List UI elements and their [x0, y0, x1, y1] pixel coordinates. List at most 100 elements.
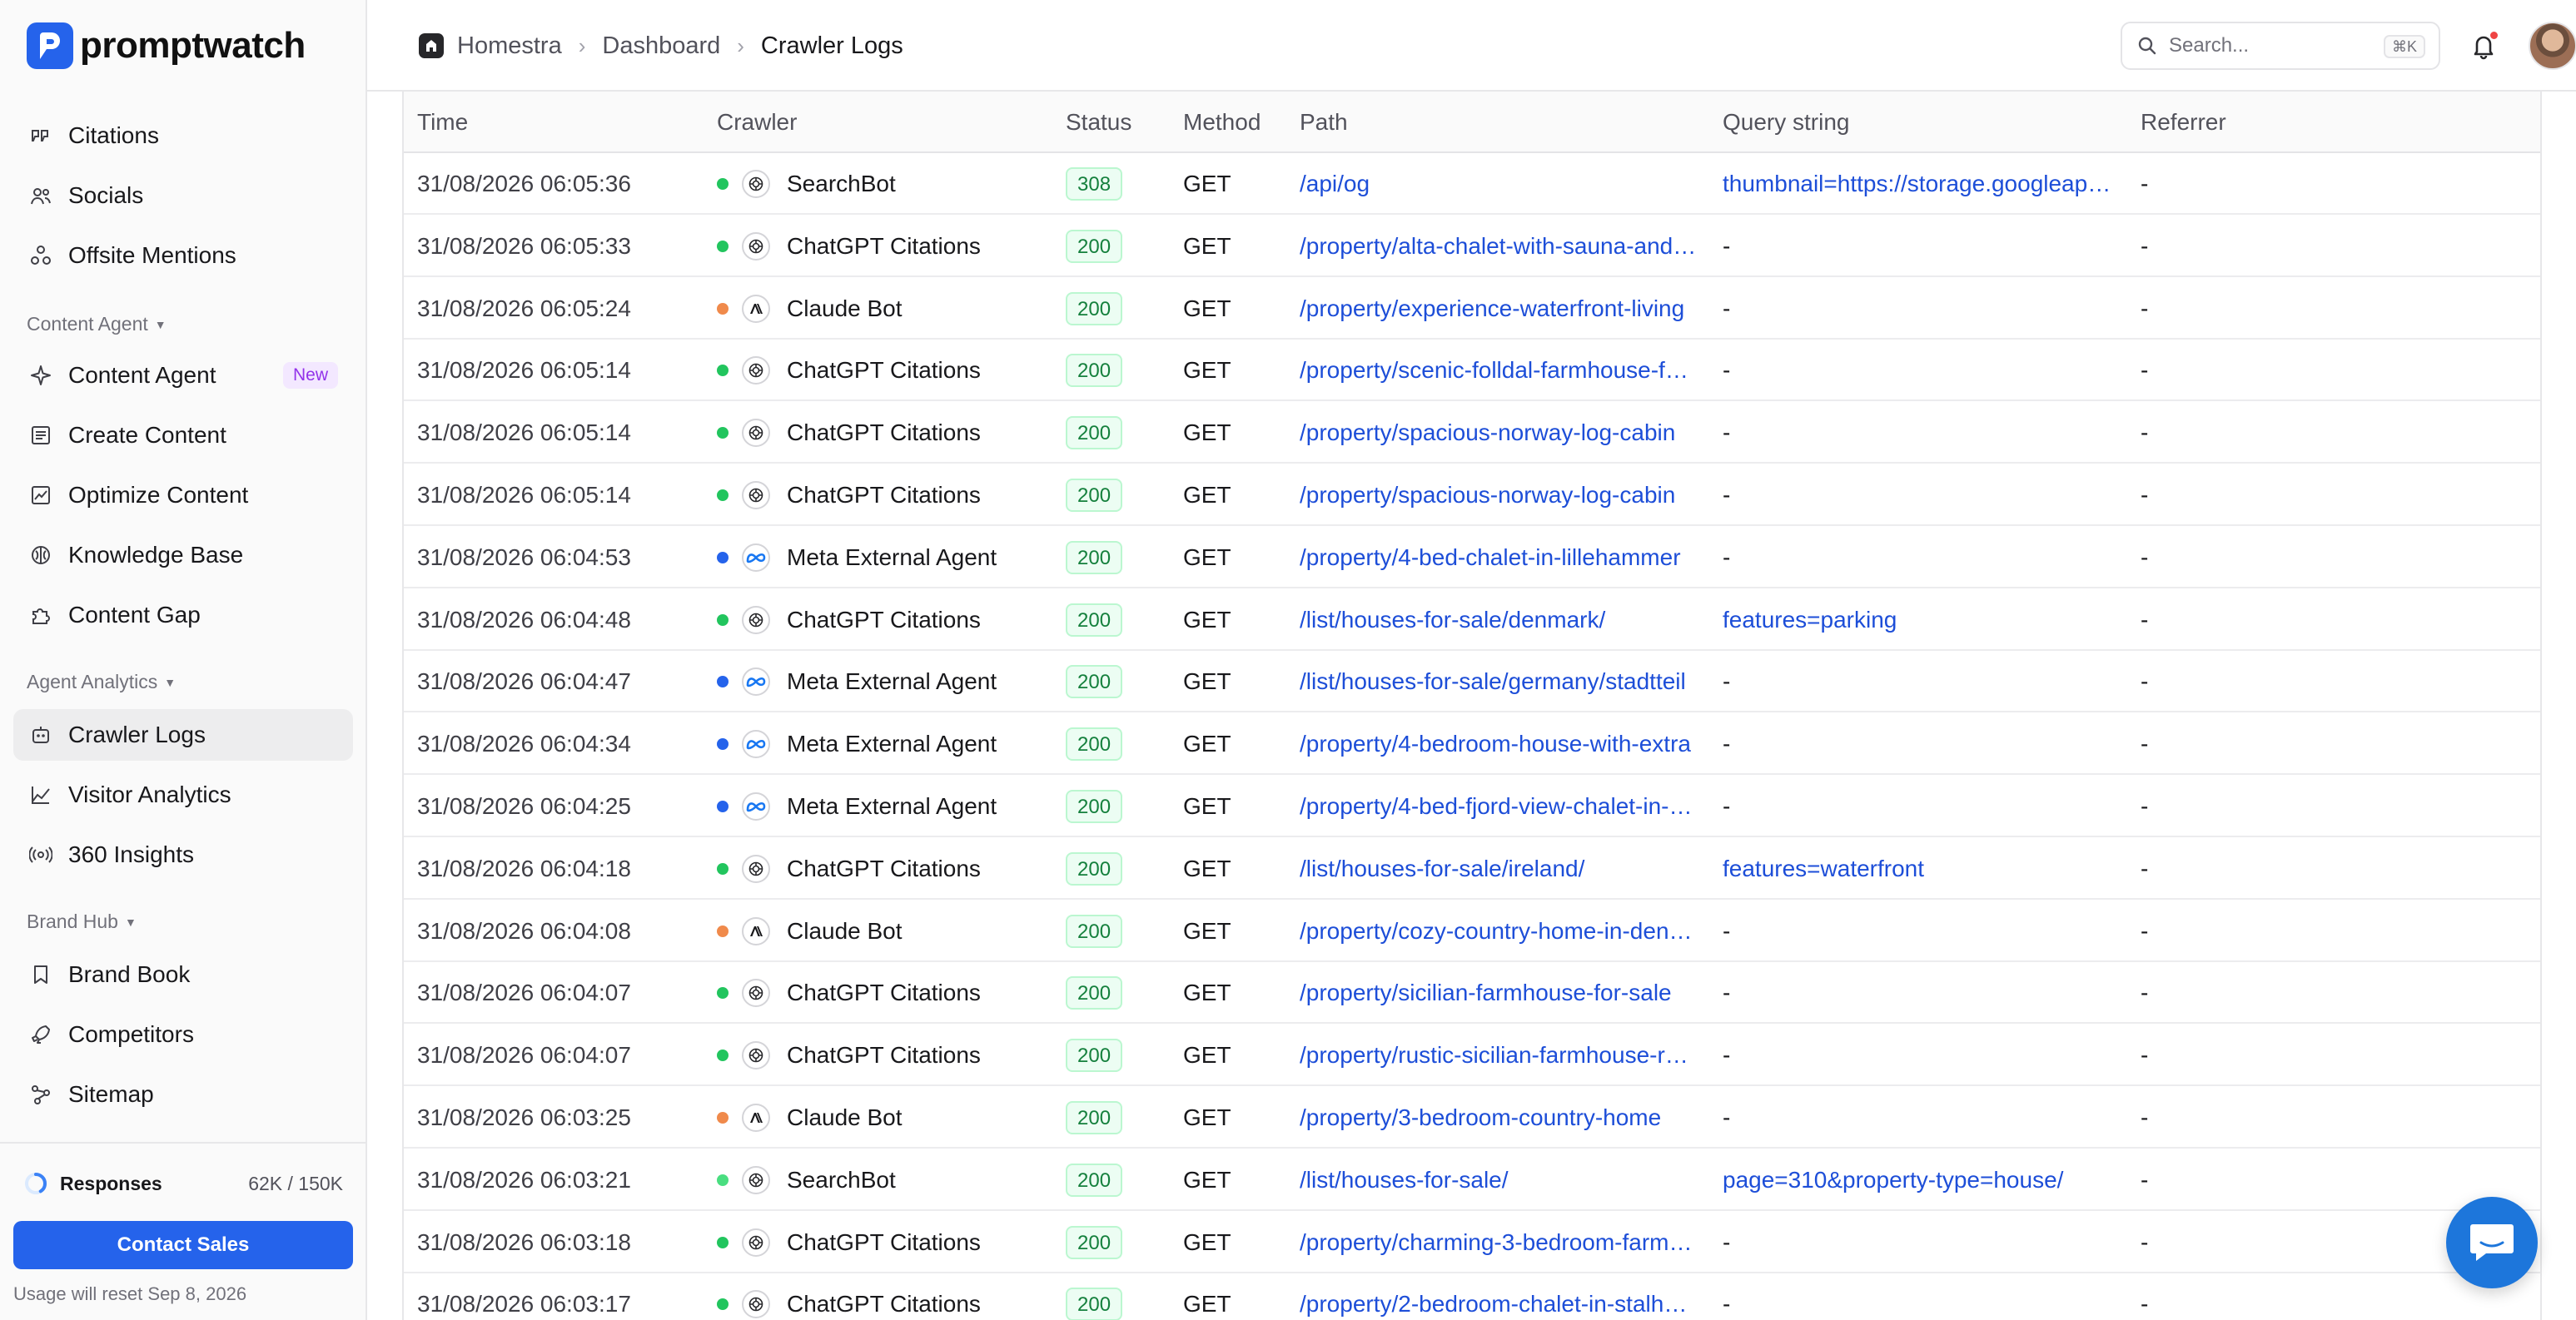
sidebar-footer-divider [0, 1142, 366, 1144]
table-row[interactable]: 31/08/2026 06:05:24 Claude Bot 200 GET/prop… [404, 278, 2540, 340]
cell-path-link[interactable]: /property/scenic-folldal-farmhouse-for-s… [1300, 340, 1699, 401]
section-brand-hub[interactable]: Brand Hub ▼ [27, 911, 137, 933]
column-referrer[interactable]: Referrer [2141, 92, 2226, 153]
column-time[interactable]: Time [417, 92, 468, 153]
cell-path-link[interactable]: /list/houses-for-sale/ [1300, 1149, 1699, 1211]
cell-query-string: - [1723, 731, 1731, 757]
cell-query-string[interactable]: features=waterfront [1723, 838, 2114, 900]
column-method[interactable]: Method [1183, 92, 1261, 153]
breadcrumb-workspace[interactable]: Homestra [457, 32, 562, 60]
cell-method: GET [1183, 482, 1231, 508]
crawler-name: SearchBot [787, 1166, 896, 1193]
cell-path-link[interactable]: /property/4-bed-fjord-view-chalet-in-nor… [1300, 776, 1699, 837]
table-row[interactable]: 31/08/2026 06:03:21 SearchBot 200 GET/list/… [404, 1149, 2540, 1211]
section-content-agent[interactable]: Content Agent ▼ [27, 313, 167, 335]
table-row[interactable]: 31/08/2026 06:04:07 ChatGPT Citations 200 G… [404, 962, 2540, 1025]
cell-crawler: Claude Bot [717, 278, 1050, 340]
sidebar-item-360-insights[interactable]: 360 Insights [13, 829, 353, 881]
table-row[interactable]: 31/08/2026 06:05:36 SearchBot 308 GET/api/o… [404, 153, 2540, 215]
cell-path-link[interactable]: /api/og [1300, 153, 1699, 215]
table-row[interactable]: 31/08/2026 06:03:25 Claude Bot 200 GET/prop… [404, 1087, 2540, 1149]
sidebar-item-sitemap[interactable]: Sitemap [13, 1069, 353, 1120]
anthropic-bot-icon [742, 916, 770, 945]
sidebar-item-optimize-content[interactable]: Optimize Content [13, 469, 353, 521]
cell-path-link[interactable]: /property/spacious-norway-log-cabin [1300, 402, 1699, 464]
cell-path-link[interactable]: /property/4-bed-chalet-in-lillehammer [1300, 527, 1699, 588]
user-avatar[interactable] [2529, 22, 2576, 70]
breadcrumb-dashboard[interactable]: Dashboard [602, 32, 720, 60]
sidebar-item-citations[interactable]: Citations [13, 110, 353, 161]
table-row[interactable]: 31/08/2026 06:03:18 ChatGPT Citations 200 G… [404, 1212, 2540, 1273]
cell-path-link[interactable]: /property/2-bedroom-chalet-in-stalheim [1300, 1273, 1699, 1320]
cell-path-link[interactable]: /property/experience-waterfront-living [1300, 278, 1699, 340]
sidebar-item-socials[interactable]: Socials [13, 170, 353, 221]
caret-down-icon: ▼ [164, 675, 177, 689]
notifications-button[interactable] [2469, 30, 2499, 60]
sidebar-item-content-agent[interactable]: Content Agent New [13, 350, 353, 401]
table-row[interactable]: 31/08/2026 06:04:53 Meta External Agent 20… [404, 527, 2540, 588]
search-box[interactable]: ⌘K [2121, 22, 2440, 70]
cell-method: GET [1183, 668, 1231, 695]
table-row[interactable]: 31/08/2026 06:05:14 ChatGPT Citations 200 G… [404, 464, 2540, 526]
sidebar-item-label: Optimize Content [68, 482, 249, 508]
sidebar-item-crawler-logs[interactable]: Crawler Logs [13, 709, 353, 761]
chat-support-button[interactable] [2446, 1197, 2538, 1288]
status-badge: 200 [1066, 914, 1123, 948]
search-input[interactable] [2169, 34, 2369, 57]
cell-path-link[interactable]: /property/alta-chalet-with-sauna-and-vie… [1300, 216, 1699, 277]
contact-sales-button[interactable]: Contact Sales [13, 1221, 353, 1269]
cell-crawler: Meta External Agent [717, 651, 1050, 712]
column-status[interactable]: Status [1066, 92, 1131, 153]
cell-path-link[interactable]: /property/cozy-country-home-in-denmark [1300, 901, 1699, 962]
table-row[interactable]: 31/08/2026 06:04:08 Claude Bot 200 GET/prop… [404, 901, 2540, 962]
status-badge: 200 [1066, 1288, 1123, 1320]
cell-status: 200 [1066, 776, 1157, 837]
column-query-string[interactable]: Query string [1723, 92, 1850, 153]
table-row[interactable]: 31/08/2026 06:04:34 Meta External Agent 20… [404, 713, 2540, 776]
table-row[interactable]: 31/08/2026 06:04:25 Meta External Agent 20… [404, 776, 2540, 837]
cell-path-link[interactable]: /list/houses-for-sale/ireland/ [1300, 838, 1699, 900]
app-logo[interactable]: promptwatch [27, 22, 306, 70]
table-row[interactable]: 31/08/2026 06:05:14 ChatGPT Citations 200 G… [404, 340, 2540, 402]
cell-path-link[interactable]: /property/sicilian-farmhouse-for-sale [1300, 962, 1699, 1024]
section-agent-analytics[interactable]: Agent Analytics ▼ [27, 671, 176, 693]
cell-method: GET [1183, 731, 1231, 757]
sidebar-item-content-gap[interactable]: Content Gap [13, 589, 353, 641]
sidebar-item-knowledge-base[interactable]: Knowledge Base [13, 529, 353, 581]
sidebar-item-offsite-mentions[interactable]: Offsite Mentions [13, 230, 353, 281]
cell-status: 200 [1066, 278, 1157, 340]
cell-status: 200 [1066, 527, 1157, 588]
cell-status: 200 [1066, 838, 1157, 900]
cell-path-link[interactable]: /list/houses-for-sale/denmark/ [1300, 589, 1699, 651]
cell-path-link[interactable]: /property/4-bedroom-house-with-extra [1300, 713, 1699, 775]
sidebar-item-competitors[interactable]: Competitors [13, 1009, 353, 1060]
cell-path-link[interactable]: /property/3-bedroom-country-home [1300, 1087, 1699, 1149]
sidebar-item-visitor-analytics[interactable]: Visitor Analytics [13, 769, 353, 821]
column-crawler[interactable]: Crawler [717, 92, 797, 153]
crawler-logs-table: Time Crawler Status Method Path Query st… [402, 92, 2542, 1320]
cell-query-string[interactable]: page=310&property-type=house/ [1723, 1149, 2114, 1211]
cell-path-link[interactable]: /property/spacious-norway-log-cabin [1300, 464, 1699, 526]
table-row[interactable]: 31/08/2026 06:03:17 ChatGPT Citations 200 G… [404, 1273, 2540, 1320]
table-row[interactable]: 31/08/2026 06:04:48 ChatGPT Citations 200 G… [404, 589, 2540, 651]
status-badge: 200 [1066, 354, 1123, 388]
cell-path-link[interactable]: /property/rustic-sicilian-farmhouse-retr… [1300, 1025, 1699, 1086]
cell-query-string[interactable]: thumbnail=https://storage.googleapis.com… [1723, 153, 2114, 215]
table-row[interactable]: 31/08/2026 06:05:33 ChatGPT Citations 200 G… [404, 216, 2540, 277]
usage-reset-note: Usage will reset Sep 8, 2026 [13, 1283, 247, 1304]
sidebar-item-create-content[interactable]: Create Content [13, 409, 353, 461]
sidebar-item-brand-book[interactable]: Brand Book [13, 949, 353, 1000]
cell-referrer: - [2141, 482, 2149, 508]
table-row[interactable]: 31/08/2026 06:04:18 ChatGPT Citations 200 G… [404, 838, 2540, 900]
cell-query-string[interactable]: features=parking [1723, 589, 2114, 651]
cell-path-link[interactable]: /list/houses-for-sale/germany/stadtteil [1300, 651, 1699, 712]
cell-crawler: Claude Bot [717, 901, 1050, 962]
table-row[interactable]: 31/08/2026 06:04:47 Meta External Agent 20… [404, 651, 2540, 713]
cell-referrer: - [2141, 980, 2149, 1006]
openai-bot-icon [742, 231, 770, 261]
table-row[interactable]: 31/08/2026 06:04:07 ChatGPT Citations 200 G… [404, 1025, 2540, 1087]
cell-query-string: - [1723, 793, 1731, 819]
table-row[interactable]: 31/08/2026 06:05:14 ChatGPT Citations 200 G… [404, 402, 2540, 464]
column-path[interactable]: Path [1300, 92, 1348, 153]
cell-path-link[interactable]: /property/charming-3-bedroom-farmhouse [1300, 1212, 1699, 1273]
